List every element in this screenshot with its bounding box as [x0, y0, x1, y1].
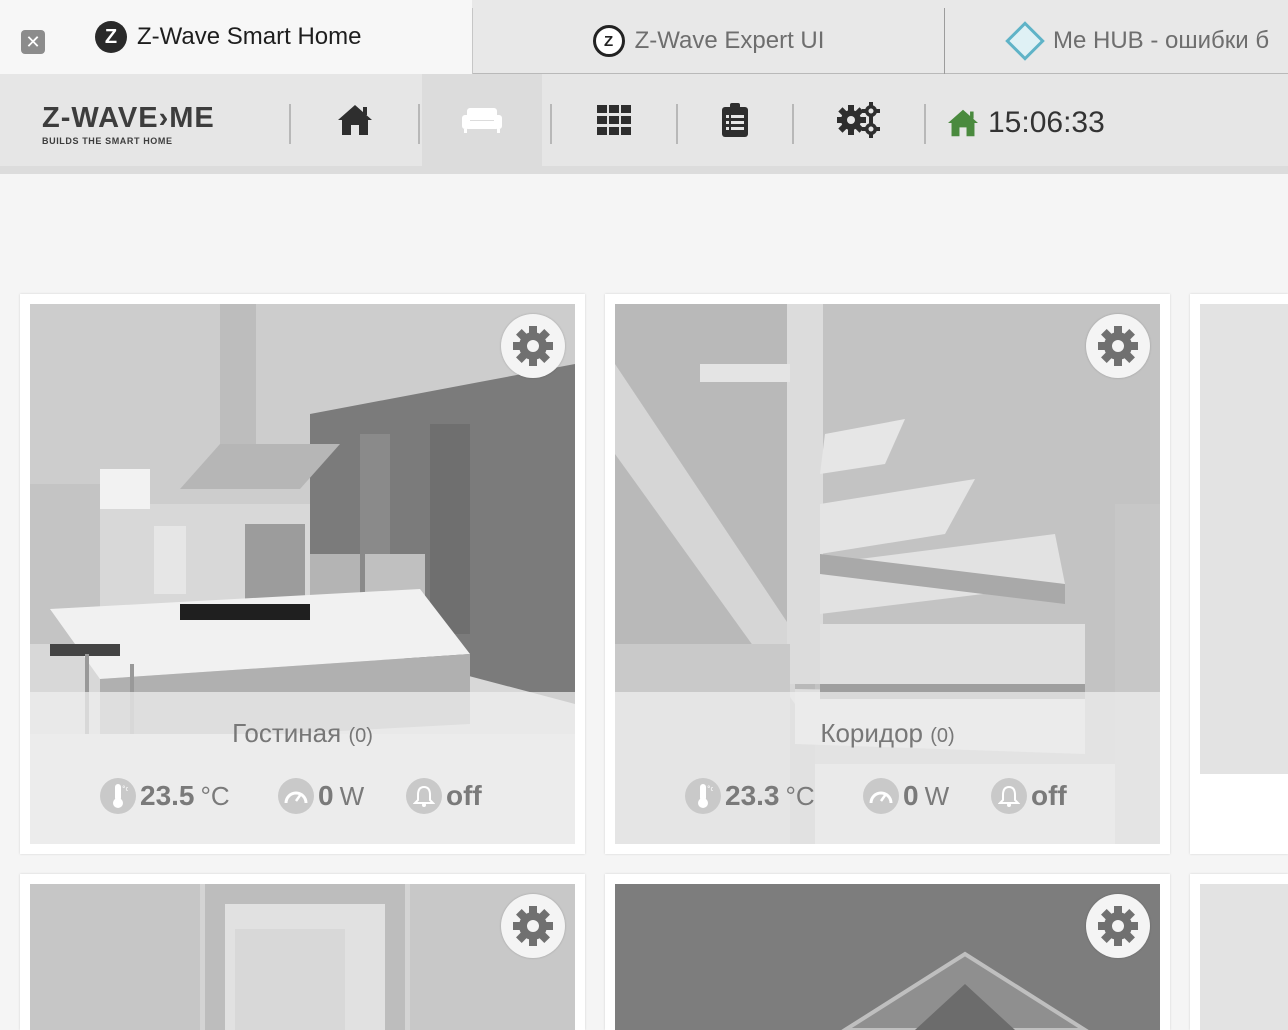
alarm-stat: off: [406, 778, 482, 814]
nav-divider: [418, 104, 420, 144]
room-device-count: (0): [930, 725, 955, 747]
alarm-value: off: [446, 780, 482, 811]
nav-home-button[interactable]: [292, 74, 418, 166]
browser-tab-me-hub[interactable]: Me HUB - ошибки б: [944, 8, 1288, 74]
power-stat: 0 W: [278, 778, 364, 814]
room-photo: [1200, 884, 1288, 1030]
app-navbar: Z-WAVE›ME BUILDS THE SMART HOME 15:06:33: [0, 74, 1288, 174]
room-settings-button[interactable]: [1086, 894, 1150, 958]
nav-rooms-button[interactable]: [422, 74, 542, 166]
gear-icon: [1098, 906, 1138, 946]
zwave-icon: Z: [95, 21, 127, 53]
gear-icon: [1098, 326, 1138, 366]
temperature-stat: °c 23.3 °C: [685, 778, 815, 814]
alarm-value: off: [1031, 780, 1067, 811]
alarm-stat: off: [991, 778, 1067, 814]
room-name: Коридор: [820, 718, 923, 748]
room-card-partial[interactable]: [1190, 294, 1288, 854]
brand-tagline: BUILDS THE SMART HOME: [42, 136, 173, 146]
close-tab-icon[interactable]: ✕: [21, 30, 45, 54]
room-name: Гостиная: [232, 718, 342, 748]
zwave-icon: Z: [592, 25, 625, 57]
room-card-row2-2[interactable]: [605, 874, 1170, 1030]
room-photo: [615, 884, 1160, 1030]
room-card-row2-1[interactable]: [20, 874, 585, 1030]
clipboard-icon: [722, 103, 748, 137]
power-stat: 0 W: [863, 778, 949, 814]
tab-title: Z-Wave Expert UI: [634, 27, 825, 54]
room-card-living-room[interactable]: Гостиная (0) °c 23.5 °C 0 W off: [20, 294, 585, 854]
room-stats: °c 23.3 °C 0 W off: [615, 778, 1160, 818]
room-device-count: (0): [348, 725, 373, 747]
browser-tab-strip: ✕ Z Z-Wave Smart Home Z Z-Wave Expert UI…: [0, 0, 1288, 74]
room-photo: [30, 884, 575, 1030]
roof-photo: [615, 884, 1160, 1030]
browser-tab-expert-ui[interactable]: Z Z-Wave Expert UI: [472, 8, 944, 74]
room-card-corridor[interactable]: Коридор (0) °c 23.3 °C 0 W off: [605, 294, 1170, 854]
home-icon: [338, 105, 372, 135]
nav-devices-button[interactable]: [552, 74, 676, 166]
room-info-overlay: Гостиная (0) °c 23.5 °C 0 W off: [30, 692, 575, 844]
room-settings-button[interactable]: [501, 314, 565, 378]
bell-icon: [991, 778, 1027, 814]
thermometer-icon: °c: [685, 778, 721, 814]
tab-title: Me HUB - ошибки б: [1053, 27, 1270, 54]
tab-title: Z-Wave Smart Home: [137, 23, 362, 50]
thermometer-icon: °c: [100, 778, 136, 814]
room-info-overlay: Коридор (0) °c 23.3 °C 0 W off: [615, 692, 1160, 844]
room-card-row2-partial[interactable]: [1190, 874, 1288, 1030]
temperature-unit: °C: [785, 780, 815, 811]
room-photo: [1200, 304, 1288, 774]
gears-icon: [837, 102, 880, 138]
sofa-icon: [462, 108, 502, 133]
meter-icon: [863, 778, 899, 814]
gear-icon: [513, 326, 553, 366]
grid-icon: [597, 105, 631, 135]
nav-settings-button[interactable]: [794, 74, 924, 166]
browser-tab-smart-home[interactable]: ✕ Z Z-Wave Smart Home: [0, 0, 472, 74]
meter-icon: [278, 778, 314, 814]
room-title: Гостиная (0): [30, 718, 575, 749]
room-settings-button[interactable]: [1086, 314, 1150, 378]
temperature-value: 23.3: [725, 780, 780, 811]
bell-icon: [406, 778, 442, 814]
brand-name: Z-WAVE›ME: [42, 102, 215, 134]
power-value: 0: [318, 780, 334, 811]
clock-time: 15:06:33: [988, 106, 1105, 139]
brand-logo[interactable]: Z-WAVE›ME BUILDS THE SMART HOME: [42, 102, 242, 147]
temperature-value: 23.5: [140, 780, 195, 811]
svg-text:°c: °c: [707, 785, 713, 793]
room-photo: Коридор (0) °c 23.3 °C 0 W off: [615, 304, 1160, 844]
status-clock: 15:06:33: [946, 106, 1105, 140]
temperature-unit: °C: [200, 780, 230, 811]
nav-events-button[interactable]: [678, 74, 792, 166]
hub-icon: [1005, 21, 1045, 61]
gear-icon: [513, 906, 553, 946]
room-settings-button[interactable]: [501, 894, 565, 958]
nav-divider: [289, 104, 291, 144]
door-photo: [30, 884, 575, 1030]
svg-text:°c: °c: [122, 785, 128, 793]
room-photo: Гостиная (0) °c 23.5 °C 0 W off: [30, 304, 575, 844]
nav-divider: [924, 104, 926, 144]
temperature-stat: °c 23.5 °C: [100, 778, 230, 814]
room-stats: °c 23.5 °C 0 W off: [30, 778, 575, 818]
power-unit: W: [924, 780, 950, 811]
power-value: 0: [903, 780, 919, 811]
room-title: Коридор (0): [615, 718, 1160, 749]
power-unit: W: [339, 780, 365, 811]
home-status-icon: [948, 109, 978, 137]
